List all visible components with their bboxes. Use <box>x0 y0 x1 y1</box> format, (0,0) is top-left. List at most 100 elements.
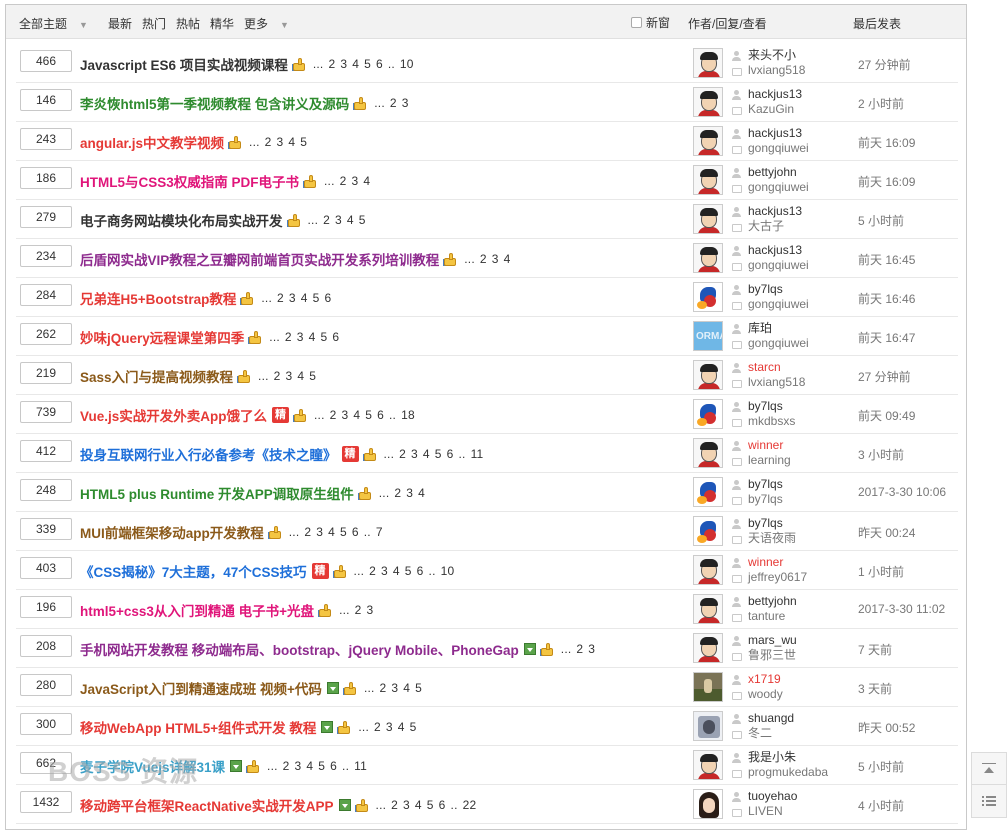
last-replier-name[interactable]: gongqiuwei <box>748 258 809 273</box>
page-link[interactable]: 3 <box>386 720 393 734</box>
filter-hot[interactable]: 热门 <box>142 15 166 32</box>
thread-title-link[interactable]: 后盾网实战VIP教程之豆瓣网前端首页实战开发系列培训教程 <box>80 249 439 269</box>
page-link[interactable]: 2 <box>369 564 376 578</box>
last-post-time[interactable]: 前天 16:09 <box>858 173 915 190</box>
page-link[interactable]: 2 <box>391 798 398 812</box>
author-name[interactable]: winner <box>748 438 783 453</box>
reply-count-box[interactable]: 739 <box>20 401 72 423</box>
page-link[interactable]: 2 <box>340 174 347 188</box>
page-link[interactable]: 4 <box>403 681 410 695</box>
page-link[interactable]: 4 <box>398 720 405 734</box>
page-link[interactable]: 5 <box>427 798 434 812</box>
page-link[interactable]: 4 <box>301 291 308 305</box>
last-post-time[interactable]: 1 小时前 <box>858 563 904 580</box>
last-post-time[interactable]: 27 分钟前 <box>858 368 911 385</box>
page-link[interactable]: 2 <box>283 759 290 773</box>
page-link[interactable]: 2 <box>323 213 330 227</box>
page-link[interactable]: 6 <box>332 330 339 344</box>
author-name[interactable]: by7lqs <box>748 477 783 492</box>
reply-count-box[interactable]: 146 <box>20 89 72 111</box>
reply-count-box[interactable]: 262 <box>20 323 72 345</box>
thread-title-link[interactable]: 电子商务网站模块化布局实战开发 <box>80 210 283 230</box>
page-link[interactable]: 2 <box>390 96 397 110</box>
page-link[interactable]: 5 <box>365 408 372 422</box>
last-post-time[interactable]: 5 小时前 <box>858 212 904 229</box>
avatar[interactable] <box>693 399 723 429</box>
page-link[interactable]: 3 <box>277 135 284 149</box>
author-name[interactable]: tuoyehao <box>748 789 797 804</box>
last-replier-name[interactable]: LIVEN <box>748 804 783 819</box>
page-link[interactable]: 3 <box>340 57 347 71</box>
reply-count-box[interactable]: 279 <box>20 206 72 228</box>
thread-title-link[interactable]: HTML5 plus Runtime 开发APP调取原生组件 <box>80 483 354 503</box>
page-link[interactable]: 3 <box>286 369 293 383</box>
thread-title-link[interactable]: MUI前端框架移动app开发教程 <box>80 522 264 542</box>
page-link[interactable]: 4 <box>309 330 316 344</box>
avatar[interactable] <box>693 555 723 585</box>
page-link[interactable]: 2 <box>380 681 387 695</box>
page-link[interactable]: 4 <box>423 447 430 461</box>
avatar[interactable] <box>693 789 723 819</box>
page-link[interactable]: 3 <box>588 642 595 656</box>
page-link[interactable]: 2 <box>576 642 583 656</box>
last-replier-name[interactable]: tanture <box>748 609 785 624</box>
last-replier-name[interactable]: 冬二 <box>748 726 772 741</box>
new-window-toggle[interactable]: 新窗 <box>631 14 670 31</box>
last-replier-name[interactable]: 天语夜雨 <box>748 531 796 546</box>
avatar[interactable] <box>693 360 723 390</box>
page-link[interactable]: 2 <box>399 447 406 461</box>
last-replier-name[interactable]: progmukedaba <box>748 765 828 780</box>
page-link[interactable]: 2 <box>328 57 335 71</box>
avatar[interactable] <box>693 711 723 741</box>
reply-count-box[interactable]: 186 <box>20 167 72 189</box>
author-name[interactable]: hackjus13 <box>748 204 802 219</box>
thread-title-link[interactable]: 投身互联网行业入行必备参考《技术之瞳》 <box>80 444 337 464</box>
page-link[interactable]: 5 <box>318 759 325 773</box>
reply-count-box[interactable]: 234 <box>20 245 72 267</box>
reply-count-box[interactable]: 339 <box>20 518 72 540</box>
page-link[interactable]: 5 <box>435 447 442 461</box>
page-link[interactable]: 4 <box>306 759 313 773</box>
avatar[interactable] <box>693 165 723 195</box>
page-link[interactable]: 3 <box>367 603 374 617</box>
avatar[interactable] <box>693 477 723 507</box>
author-name[interactable]: bettyjohn <box>748 165 797 180</box>
reply-count-box[interactable]: 662 <box>20 752 72 774</box>
last-replier-name[interactable]: 鲁邪三世 <box>748 648 796 663</box>
page-link[interactable]: 3 <box>297 330 304 344</box>
page-link[interactable]: 3 <box>406 486 413 500</box>
page-link[interactable]: 5 <box>364 57 371 71</box>
last-replier-name[interactable]: gongqiuwei <box>748 297 809 312</box>
reply-count-box[interactable]: 403 <box>20 557 72 579</box>
author-name[interactable]: mars_wu <box>748 633 797 648</box>
page-link[interactable]: 2 <box>304 525 311 539</box>
thread-title-link[interactable]: angular.js中文教学视频 <box>80 132 224 152</box>
avatar[interactable] <box>693 438 723 468</box>
avatar[interactable] <box>693 633 723 663</box>
last-replier-name[interactable]: KazuGin <box>748 102 794 117</box>
reply-count-box[interactable]: 196 <box>20 596 72 618</box>
author-name[interactable]: x1719 <box>748 672 781 687</box>
page-link[interactable]: 3 <box>402 96 409 110</box>
page-link[interactable]: 18 <box>401 408 415 422</box>
thread-title-link[interactable]: 妙味jQuery远程课堂第四季 <box>80 327 244 347</box>
author-name[interactable]: bettyjohn <box>748 594 797 609</box>
avatar[interactable] <box>693 204 723 234</box>
page-link[interactable]: 5 <box>415 681 422 695</box>
last-post-time[interactable]: 2 小时前 <box>858 95 904 112</box>
author-name[interactable]: hackjus13 <box>748 87 802 102</box>
page-link[interactable]: 5 <box>410 720 417 734</box>
author-name[interactable]: by7lqs <box>748 516 783 531</box>
page-link[interactable]: 3 <box>342 408 349 422</box>
last-replier-name[interactable]: 大古子 <box>748 219 784 234</box>
last-post-time[interactable]: 2017-3-30 10:06 <box>858 485 946 499</box>
author-name[interactable]: hackjus13 <box>748 243 802 258</box>
page-link[interactable]: 4 <box>363 174 370 188</box>
page-link[interactable]: 5 <box>405 564 412 578</box>
thread-title-link[interactable]: Vue.js实战开发外卖App饿了么 <box>80 405 267 425</box>
avatar[interactable] <box>693 594 723 624</box>
filter-hotpost[interactable]: 热帖 <box>176 15 200 32</box>
thread-title-link[interactable]: JavaScript入门到精通速成班 视频+代码 <box>80 678 322 698</box>
page-link[interactable]: 3 <box>381 564 388 578</box>
page-link[interactable]: 2 <box>480 252 487 266</box>
